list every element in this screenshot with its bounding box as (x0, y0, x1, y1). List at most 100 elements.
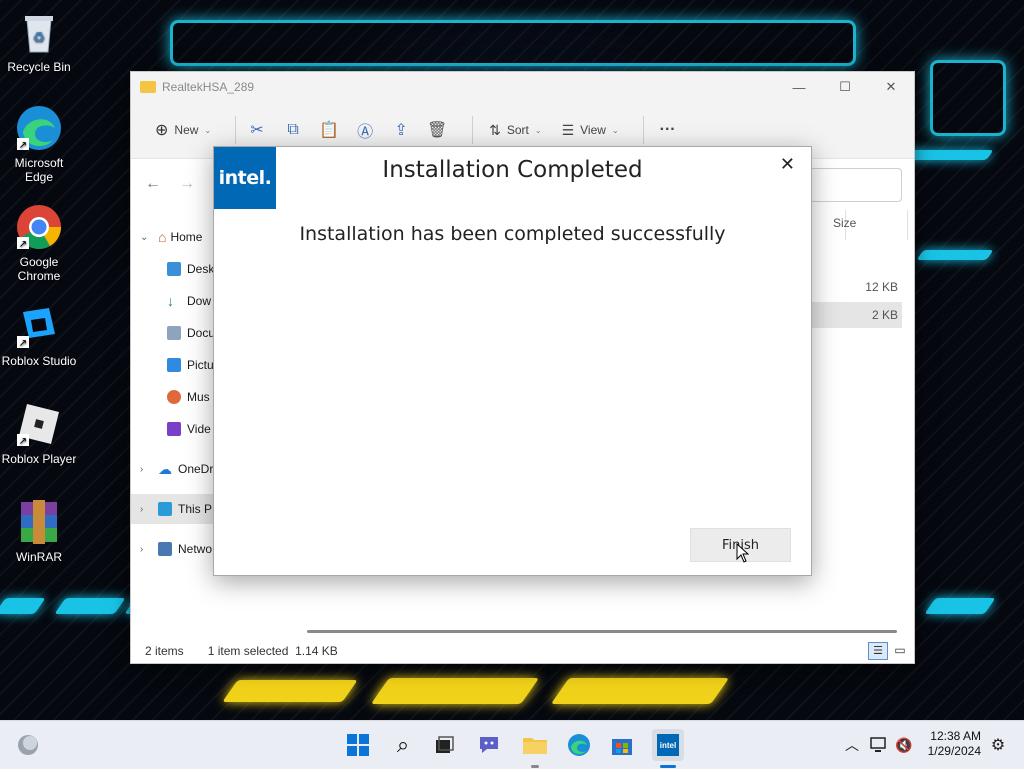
new-label: New (174, 123, 199, 137)
minimize-button[interactable]: — (776, 72, 822, 102)
videos-icon (167, 422, 181, 436)
network-icon (158, 542, 172, 556)
edge-icon[interactable] (565, 731, 593, 759)
wallpaper-glow-frame (170, 20, 856, 66)
desktop-icon-roblox-studio[interactable]: ↗ Roblox Studio (0, 302, 78, 368)
sidebar-item-videos[interactable]: Vide (159, 414, 211, 444)
dialog-title: Installation Completed (382, 157, 643, 183)
title-bar[interactable]: RealtekHSA_289 — ☐ ✕ (131, 72, 914, 102)
edge-icon: ↗ (15, 104, 63, 152)
chevron-right-icon: › (140, 503, 144, 515)
sidebar-item-label: Desk (187, 262, 215, 276)
back-arrow-icon[interactable]: ← (145, 175, 161, 193)
close-icon[interactable]: ✕ (780, 154, 795, 175)
forward-arrow-icon[interactable]: → (179, 175, 195, 193)
sidebar-item-this-pc[interactable]: › This P (131, 494, 221, 524)
clock-date: 1/29/2024 (927, 744, 981, 758)
size-column-header[interactable]: Size (833, 216, 856, 230)
sidebar-item-label: Netwo (178, 542, 213, 556)
wallpaper-stripe (924, 598, 996, 614)
music-icon (167, 390, 181, 404)
task-view-icon[interactable] (430, 731, 458, 759)
view-button[interactable]: ☰ View ⌄ (556, 116, 625, 144)
cut-icon[interactable]: ✂ (246, 119, 268, 141)
file-row-size[interactable]: 2 KB (808, 302, 902, 328)
chrome-icon: ↗ (15, 203, 63, 251)
notification-icon[interactable]: ⚙ (984, 731, 1012, 759)
sort-icon: ⇅ (489, 121, 501, 138)
dialog-message: Installation has been completed successf… (299, 223, 726, 245)
sidebar-item-label: Vide (187, 422, 211, 436)
wallpaper-stripe (222, 680, 358, 702)
intel-taskbar-button[interactable]: intel (652, 729, 684, 761)
roblox-player-icon: ↗ (15, 400, 63, 448)
search-input[interactable] (810, 168, 902, 202)
desktop-icon-label: Recycle Bin (7, 60, 71, 74)
sidebar-item-label: Dow (187, 294, 212, 308)
chevron-down-icon: ⌄ (204, 125, 212, 135)
start-icon[interactable] (344, 731, 372, 759)
desktop-icon-recycle-bin[interactable]: ♻ Recycle Bin (0, 8, 78, 74)
new-button[interactable]: ⊕ New ⌄ (149, 116, 217, 144)
more-options-button[interactable]: ··· (654, 116, 682, 144)
delete-icon[interactable]: 🗑 (426, 119, 448, 141)
desktop-icon-winrar[interactable]: WinRAR (0, 498, 78, 564)
file-row-size[interactable]: 12 KB (808, 276, 902, 298)
network-status-icon[interactable] (865, 731, 893, 759)
desktop-icon-label: Chrome (17, 269, 61, 283)
folder-icon (140, 81, 156, 93)
desktop-icon-label: Microsoft (14, 156, 64, 170)
maximize-button[interactable]: ☐ (822, 72, 868, 102)
desktop-icon-label: Roblox Player (1, 452, 77, 466)
sidebar-item-onedrive[interactable]: › ☁ OneDr (131, 454, 213, 484)
chat-icon[interactable] (475, 731, 503, 759)
sidebar-item-home[interactable]: ⌄ ⌂ Home (131, 222, 202, 252)
svg-text:↗: ↗ (19, 239, 27, 250)
sort-button[interactable]: ⇅ Sort ⌄ (483, 116, 547, 144)
horizontal-scrollbar[interactable] (307, 630, 897, 633)
svg-text:↗: ↗ (19, 436, 27, 447)
tiles-view-icon[interactable]: ▭ (892, 642, 908, 658)
home-icon: ⌂ (158, 229, 167, 245)
sidebar-item-desktop[interactable]: Desk (159, 254, 214, 284)
sidebar-item-downloads[interactable]: ↓ Dow (159, 286, 211, 316)
system-clock[interactable]: 12:38 AM 1/29/2024 (928, 729, 981, 759)
chevron-down-icon: ⌄ (611, 125, 619, 135)
paste-icon[interactable]: 📋 (318, 119, 340, 141)
status-bar: 2 items 1 item selected 1.14 KB ☰ ▭ (131, 639, 914, 663)
chevron-right-icon: › (140, 543, 144, 555)
store-icon[interactable] (608, 731, 636, 759)
sidebar-item-pictures[interactable]: Pictu (159, 350, 214, 380)
volume-muted-icon[interactable]: 🔇 (890, 731, 918, 759)
sidebar-item-documents[interactable]: Docu (159, 318, 215, 348)
sidebar-item-network[interactable]: › Netwo (131, 534, 212, 564)
sidebar-item-label: Mus (187, 390, 210, 404)
chevron-up-icon[interactable]: ︿ (838, 731, 866, 759)
svg-text:↗: ↗ (19, 338, 27, 349)
intel-icon: intel (657, 734, 679, 756)
toolbar-divider (235, 116, 237, 144)
file-explorer-icon[interactable] (521, 731, 549, 759)
share-icon[interactable]: ⇪ (390, 119, 412, 141)
desktop-icon-edge[interactable]: ↗ Microsoft Edge (0, 104, 78, 184)
search-icon[interactable]: ⌕ (389, 731, 417, 759)
installation-dialog: intel. Installation Completed ✕ Installa… (213, 146, 812, 576)
desktop-icon-roblox-player[interactable]: ↗ Roblox Player (0, 400, 78, 466)
toolbar-divider (642, 116, 644, 144)
chevron-down-icon: ⌄ (140, 231, 149, 243)
close-window-button[interactable]: ✕ (868, 72, 914, 102)
sidebar-item-label: OneDr (178, 462, 214, 476)
view-label: View (580, 123, 606, 137)
copy-icon[interactable]: ⧉ (282, 119, 304, 141)
rename-icon[interactable]: Ⓐ (354, 119, 376, 141)
desktop-icon-chrome[interactable]: ↗ Google Chrome (0, 203, 78, 283)
window-title: RealtekHSA_289 (162, 80, 255, 94)
details-view-icon[interactable]: ☰ (868, 642, 888, 660)
documents-icon (167, 326, 181, 340)
clock-time: 12:38 AM (930, 729, 981, 743)
svg-text:♻: ♻ (33, 29, 46, 45)
desktop-icon (167, 262, 181, 276)
wallpaper-stripe (550, 678, 730, 704)
widgets-icon[interactable] (14, 731, 42, 759)
sidebar-item-music[interactable]: Mus (159, 382, 210, 412)
